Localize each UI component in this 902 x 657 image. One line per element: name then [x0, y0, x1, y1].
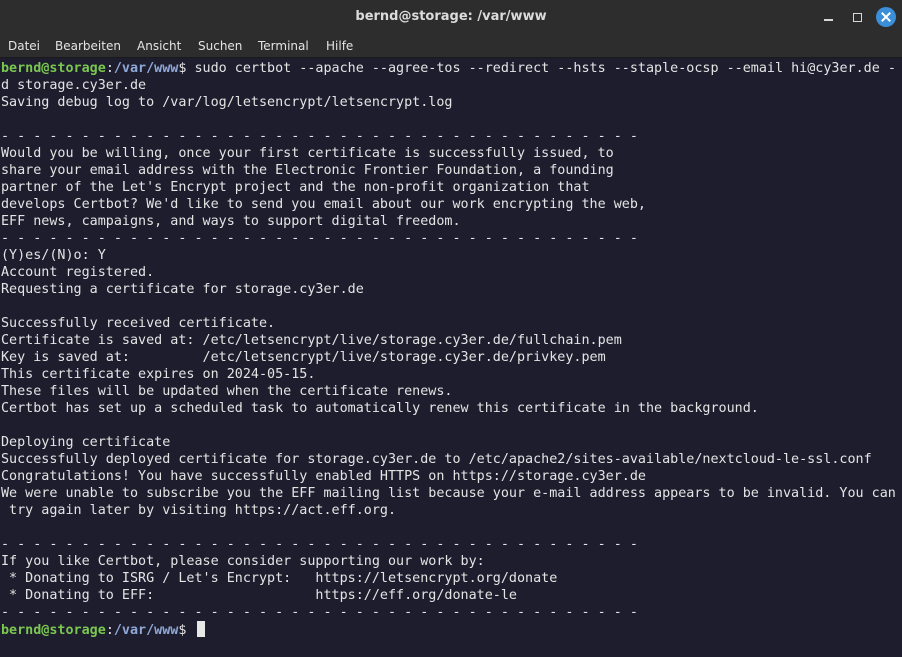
prompt-dollar: $ [178, 623, 195, 638]
output-line: partner of the Let's Encrypt project and… [1, 180, 590, 195]
output-line: Account registered. [1, 265, 155, 280]
output-line: Would you be willing, once your first ce… [1, 146, 614, 161]
prompt-colon: : [105, 61, 114, 76]
output-line: This certificate expires on 2024-05-15. [1, 367, 316, 382]
prompt-colon: : [105, 623, 114, 638]
menu-hilfe[interactable]: Hilfe [326, 39, 353, 53]
minimize-button[interactable] [818, 7, 838, 27]
prompt-user-host: bernd@storage [1, 623, 106, 638]
output-line: Certificate is saved at: /etc/letsencryp… [1, 333, 622, 348]
prompt-path: /var/www [113, 623, 179, 638]
output-line: try again later by visiting https://act.… [1, 503, 397, 518]
command-line: bernd@storage:/var/www$ sudo certbot --a… [1, 60, 896, 77]
maximize-icon [852, 12, 862, 22]
output-line: * Donating to EFF: https://eff.org/donat… [1, 588, 517, 603]
output-line: EFF news, campaigns, and ways to support… [1, 214, 461, 229]
output-line: Requesting a certificate for storage.cy3… [1, 282, 364, 297]
output-line: We were unable to subscribe you the EFF … [1, 486, 896, 501]
output-line: * Donating to ISRG / Let's Encrypt: http… [1, 571, 558, 586]
output-line: d storage.cy3er.de [1, 78, 147, 93]
terminal-window: bernd@storage: /var/www Datei Bearbeiten… [0, 0, 902, 657]
minimize-icon [823, 19, 833, 21]
output-line: Congratulations! You have successfully e… [1, 469, 646, 484]
output-line: - - - - - - - - - - - - - - - - - - - - … [1, 537, 638, 552]
command-text: sudo certbot --apache --agree-tos --redi… [194, 61, 896, 76]
output-line: - - - - - - - - - - - - - - - - - - - - … [1, 231, 638, 246]
active-prompt-line: bernd@storage:/var/www$ [1, 621, 205, 638]
output-line: These files will be updated when the cer… [1, 384, 453, 399]
maximize-button[interactable] [847, 7, 867, 27]
menu-bearbeiten[interactable]: Bearbeiten [55, 39, 121, 53]
output-line: - - - - - - - - - - - - - - - - - - - - … [1, 129, 638, 144]
menu-bar: Datei Bearbeiten Ansicht Suchen Terminal… [0, 34, 902, 58]
output-line: (Y)es/(N)o: Y [1, 248, 106, 263]
output-line: If you like Certbot, please consider sup… [1, 554, 485, 569]
output-line: Successfully received certificate. [1, 316, 276, 331]
menu-suchen[interactable]: Suchen [198, 39, 242, 53]
terminal-output[interactable]: bernd@storage:/var/www$ sudo certbot --a… [0, 58, 902, 657]
prompt-path: /var/www [113, 61, 179, 76]
output-line: Certbot has set up a scheduled task to a… [1, 401, 759, 416]
output-line: - - - - - - - - - - - - - - - - - - - - … [1, 605, 638, 620]
menu-datei[interactable]: Datei [8, 39, 40, 53]
text-cursor [196, 621, 205, 637]
prompt-dollar: $ [178, 61, 195, 76]
close-icon [881, 12, 891, 22]
prompt-user-host: bernd@storage [1, 61, 106, 76]
output-line: Key is saved at: /etc/letsencrypt/live/s… [1, 350, 606, 365]
menu-terminal[interactable]: Terminal [258, 39, 309, 53]
output-line: share your email address with the Electr… [1, 163, 614, 178]
close-button[interactable] [876, 7, 896, 27]
output-line: develops Certbot? We'd like to send you … [1, 197, 646, 212]
output-line: Saving debug log to /var/log/letsencrypt… [1, 95, 453, 110]
output-line: Deploying certificate [1, 435, 171, 450]
output-line: Successfully deployed certificate for st… [1, 452, 872, 467]
menu-ansicht[interactable]: Ansicht [137, 39, 181, 53]
window-title: bernd@storage: /var/www [355, 9, 547, 24]
title-bar[interactable]: bernd@storage: /var/www [0, 0, 902, 34]
